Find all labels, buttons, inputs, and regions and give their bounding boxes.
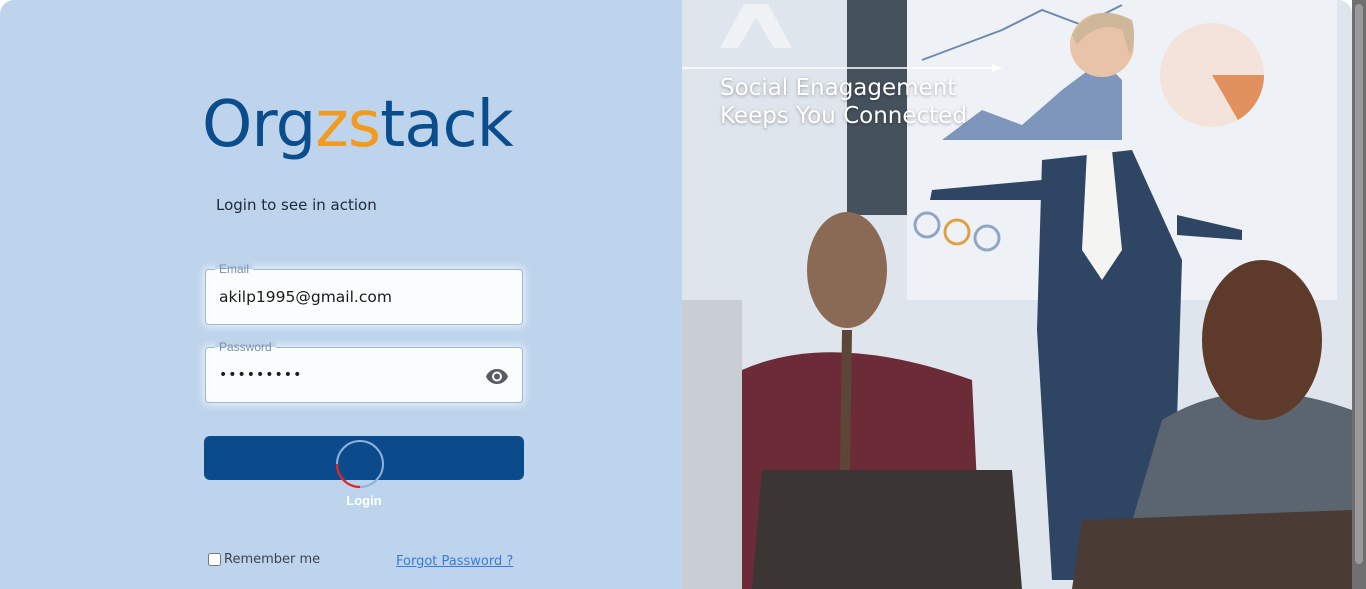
login-button-label: Login: [346, 493, 382, 508]
hero-headline: Social Enagagement Keeps You Connected: [720, 74, 1080, 130]
password-input[interactable]: [219, 362, 469, 388]
logo-text-prefix: Org: [202, 88, 316, 162]
loading-spinner-icon: [335, 440, 384, 489]
remember-me-label: Remember me: [224, 552, 321, 567]
page-scrollbar[interactable]: [1352, 0, 1366, 589]
logo-text-suffix: tack: [380, 88, 514, 162]
forgot-password-link[interactable]: Forgot Password ?: [396, 554, 513, 569]
hero-image-panel: Social Enagagement Keeps You Connected: [682, 0, 1352, 589]
email-field: Email: [205, 262, 523, 325]
logo-text-accent: zs: [315, 88, 381, 162]
email-label: Email: [215, 262, 254, 276]
hero-headline-line2: Keeps You Connected: [720, 103, 967, 129]
login-tagline: Login to see in action: [216, 196, 377, 214]
eye-icon[interactable]: [485, 364, 509, 388]
scrollbar-thumb[interactable]: [1355, 4, 1363, 564]
hero-headline-line1: Social Enagagement: [720, 75, 957, 101]
remember-me[interactable]: Remember me: [208, 552, 320, 567]
password-field: Password: [205, 340, 523, 403]
orgzstack-logo: Orgzstack: [202, 86, 514, 164]
email-input[interactable]: [219, 284, 469, 310]
remember-me-checkbox[interactable]: [208, 553, 221, 566]
password-label: Password: [215, 340, 276, 354]
